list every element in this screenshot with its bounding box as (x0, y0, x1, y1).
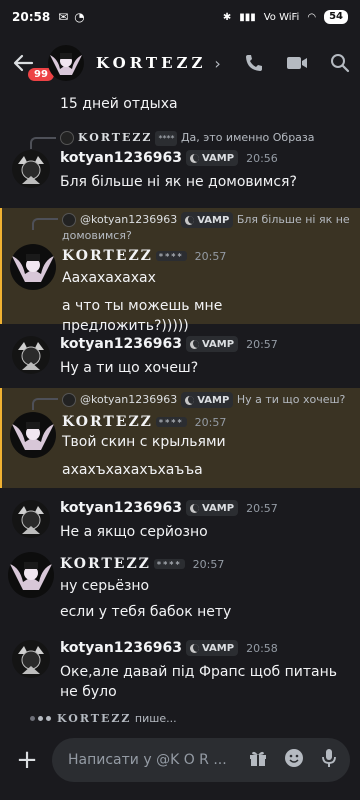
bluetooth-icon: ✱ (222, 11, 232, 23)
add-attachment-icon[interactable]: + (10, 743, 44, 777)
message-text: 15 дней отдыха (60, 96, 178, 112)
reply-preview[interactable]: KORTEZZ **** Да, это именно Образа (60, 130, 350, 146)
moon-icon (189, 153, 199, 163)
message-author[interactable]: KORTEZZ **** 20:57 (62, 414, 226, 430)
message-item-mention[interactable]: @kotyan1236963 VAMP Ну а ти що хочеш? KOR… (0, 388, 360, 488)
message-text: а что ты можешь мне предложить?))))) (62, 298, 223, 334)
reply-connector (32, 398, 58, 410)
microphone-icon[interactable] (320, 748, 338, 772)
message-item[interactable]: KORTEZZ **** 20:57 ну серьёзно если у тебя… (0, 552, 360, 632)
status-bar: 20:58 ✉ ◔ ✱ ▮▮▮ Vo WiFi ◠ 54 (0, 0, 360, 34)
avatar[interactable] (12, 336, 50, 374)
signal-icon: ▮▮▮ (239, 11, 256, 23)
clan-tag: VAMP (185, 150, 239, 166)
message-author[interactable]: KORTEZZ **** 20:57 (60, 556, 224, 572)
moon-icon (189, 643, 199, 653)
moon-icon (185, 215, 195, 225)
message-input[interactable] (68, 752, 248, 768)
chevron-right-icon[interactable]: › (214, 54, 220, 73)
message-item[interactable]: kotyan1236963 VAMP 20:57 Не а якщо серйозн… (0, 496, 360, 546)
message-item[interactable]: kotyan1236963 VAMP 20:57 Ну а ти що хочеш? (0, 332, 360, 382)
clan-tag: VAMP (181, 212, 234, 228)
message-text: ахахъхахахъхаъъа (62, 462, 203, 478)
message-text: Ну а ти що хочеш? (60, 360, 199, 376)
clan-tag: VAMP (185, 640, 239, 656)
message-text: Оке,але давай під Фрапс щоб питань не бу… (60, 664, 337, 700)
message-item[interactable]: kotyan1236963 VAMP 20:58 Оке,але давай під… (0, 636, 360, 700)
message-author[interactable]: kotyan1236963 VAMP 20:57 (60, 500, 278, 516)
message-author[interactable]: kotyan1236963 VAMP 20:56 (60, 150, 278, 166)
status-time: 20:58 (12, 10, 51, 24)
moon-icon (189, 339, 199, 349)
clan-tag: VAMP (185, 500, 239, 516)
message-composer: + (0, 730, 360, 790)
message-list[interactable]: 15 дней отдыха KORTEZZ **** Да, это именн… (0, 92, 360, 700)
reply-avatar (60, 131, 74, 145)
clan-tag: VAMP (185, 336, 239, 352)
avatar[interactable] (8, 552, 54, 598)
search-icon[interactable] (330, 53, 350, 73)
phone-call-icon[interactable] (244, 53, 264, 73)
header-avatar[interactable] (48, 45, 84, 81)
message-text: если у тебя бабок нету (60, 604, 232, 620)
wifi-icon: ◠ (307, 11, 317, 23)
typing-indicator: KORTEZZ пише... (30, 712, 177, 725)
avatar[interactable] (10, 244, 56, 290)
emoji-icon[interactable] (284, 748, 304, 772)
reply-preview[interactable]: @kotyan1236963 VAMP Ну а ти що хочеш? (62, 392, 352, 408)
notification-icon: ◔ (74, 10, 85, 24)
moon-icon (185, 395, 195, 405)
message-author[interactable]: kotyan1236963 VAMP 20:58 (60, 640, 278, 656)
battery-icon: 54 (324, 10, 348, 24)
avatar[interactable] (12, 640, 50, 678)
message-text: Не а якщо серйозно (60, 524, 208, 540)
reply-avatar (62, 213, 76, 227)
avatar[interactable] (10, 412, 56, 458)
message-text: Аахахахахах (62, 270, 156, 286)
message-text: Твой скин с крыльями (62, 434, 226, 450)
reply-connector (32, 218, 58, 230)
clan-tag: VAMP (181, 392, 234, 408)
reply-preview[interactable]: @kotyan1236963 VAMP Бля більше ні як не д… (62, 212, 352, 243)
message-text: ну серьёзно (60, 578, 150, 594)
message-input-wrapper (52, 738, 350, 782)
status-right-icons: ✱ ▮▮▮ Vo WiFi ◠ 54 (223, 10, 348, 24)
header-title[interactable]: KORTEZZ (96, 54, 206, 72)
avatar[interactable] (12, 500, 50, 538)
typing-dots-icon (30, 716, 51, 721)
message-item[interactable]: KORTEZZ **** Да, это именно Образа kotyan… (0, 128, 360, 198)
message-text: Бля більше ні як не домовимся? (60, 174, 297, 190)
reply-connector (30, 137, 56, 149)
chat-header: 99 KORTEZZ › (0, 34, 360, 92)
message-icon: ✉ (58, 10, 69, 24)
avatar[interactable] (12, 150, 50, 188)
moon-icon (189, 503, 199, 513)
reply-avatar (62, 393, 76, 407)
message-author[interactable]: KORTEZZ **** 20:57 (62, 248, 226, 264)
gift-icon[interactable] (248, 748, 268, 772)
message-item-mention[interactable]: @kotyan1236963 VAMP Бля більше ні як не д… (0, 208, 360, 334)
message-author[interactable]: kotyan1236963 VAMP 20:57 (60, 336, 278, 352)
wifi-label: Vo WiFi (263, 11, 300, 23)
video-call-icon[interactable] (286, 54, 308, 72)
status-left-icons: ✉ ◔ (58, 10, 85, 24)
